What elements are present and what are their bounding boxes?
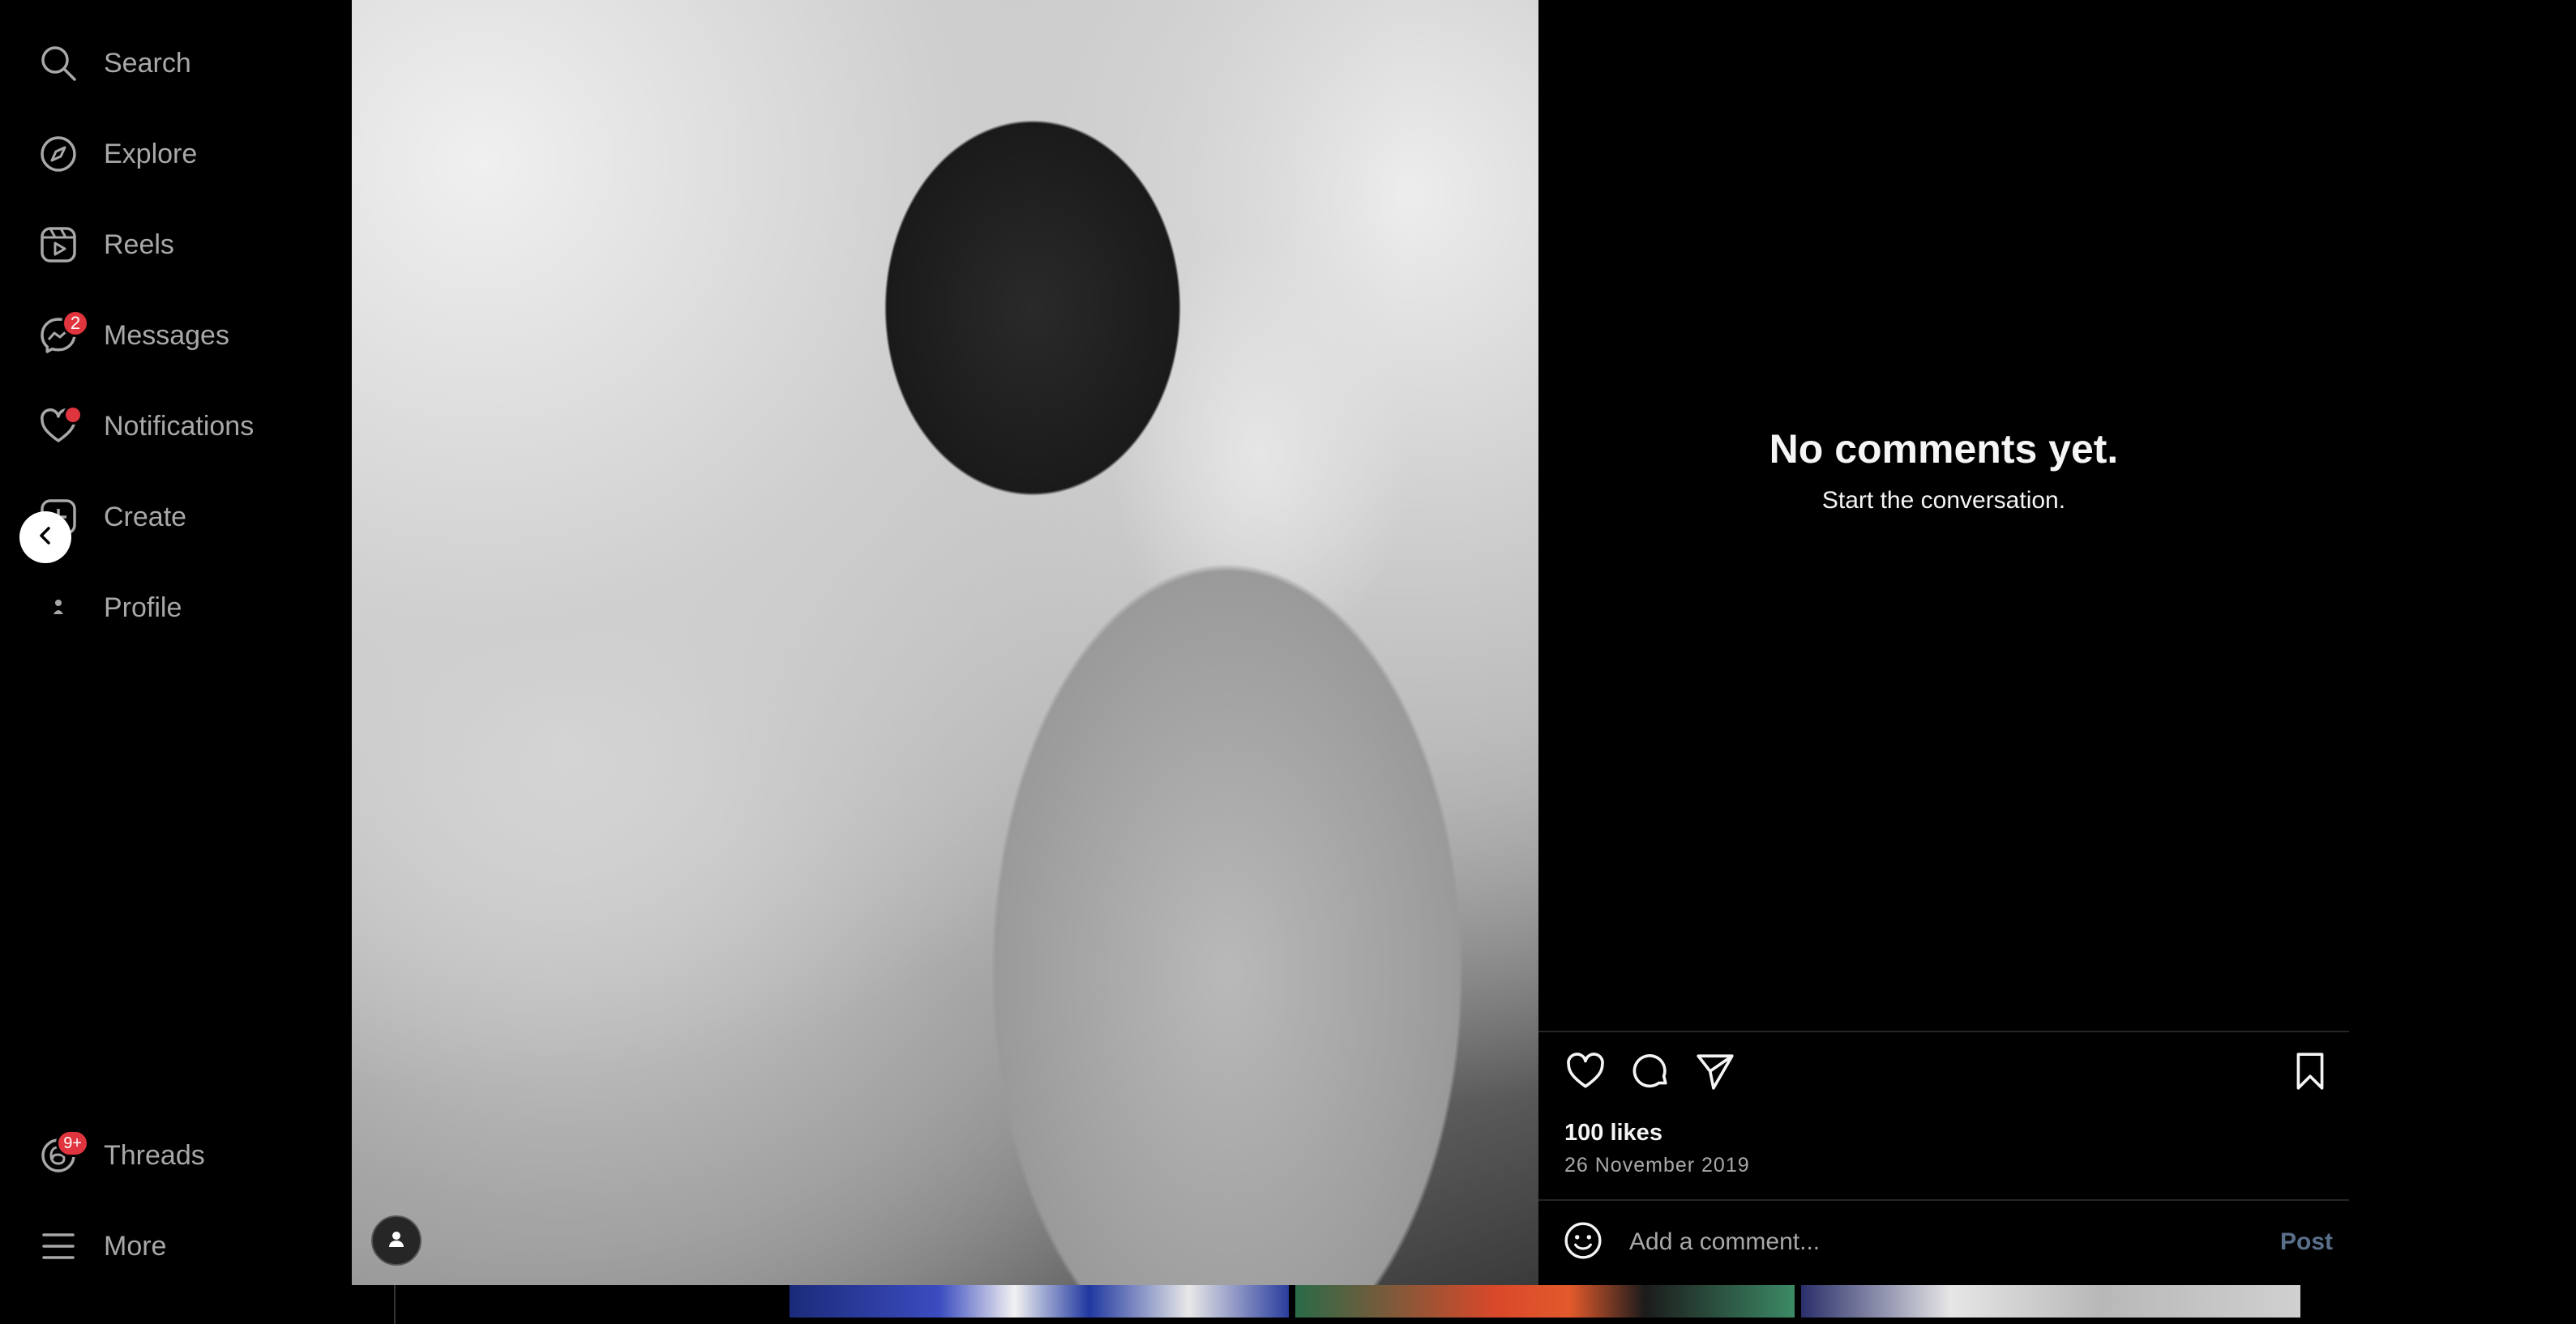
bookmark-icon xyxy=(2290,1051,2330,1096)
reels-icon xyxy=(37,224,79,266)
sidebar-item-label: Messages xyxy=(104,319,229,351)
sidebar-item-label: Profile xyxy=(104,592,182,623)
divider xyxy=(1538,1199,2349,1201)
post-photo[interactable] xyxy=(352,0,1538,1285)
background-grid-thumbnail[interactable] xyxy=(1295,1285,1795,1318)
share-button[interactable] xyxy=(1692,1050,1738,1096)
likes-count[interactable]: 100 likes xyxy=(1564,1120,1662,1147)
heart-icon xyxy=(37,405,83,447)
sidebar-item-explore[interactable]: Explore xyxy=(37,122,197,186)
notification-dot xyxy=(63,405,83,425)
sidebar-item-reels[interactable]: Reels xyxy=(37,212,174,277)
send-icon xyxy=(1695,1051,1735,1096)
save-button[interactable] xyxy=(2287,1050,2333,1096)
sidebar-item-notifications[interactable]: Notifications xyxy=(37,394,254,459)
emoji-icon[interactable] xyxy=(1563,1220,1603,1265)
compass-icon xyxy=(37,133,79,175)
previous-post-button[interactable] xyxy=(19,511,71,563)
background-grid-thumbnail[interactable] xyxy=(1801,1285,2300,1318)
sidebar-item-messages[interactable]: 2 Messages xyxy=(37,303,229,368)
sidebar-item-label: Search xyxy=(104,47,191,79)
comment-icon xyxy=(1630,1051,1671,1096)
empty-comments-subtitle: Start the conversation. xyxy=(1821,487,2066,514)
sidebar-item-label: Reels xyxy=(104,228,174,260)
sidebar: Search Explore Reels 2 Messages Notifica… xyxy=(0,0,349,1324)
background-grid-thumbnail[interactable] xyxy=(789,1285,1289,1318)
threads-badge: 9+ xyxy=(56,1130,89,1157)
sidebar-item-more[interactable]: More xyxy=(37,1214,166,1279)
sidebar-item-label: Notifications xyxy=(104,410,255,442)
post-date[interactable]: 26 November 2019 xyxy=(1564,1154,1750,1177)
messenger-icon: 2 xyxy=(37,310,89,357)
sidebar-item-label: Create xyxy=(104,501,187,532)
background-grid-divider xyxy=(394,1285,785,1324)
chevron-left-icon xyxy=(34,524,57,551)
comments-panel: No comments yet. Start the conversation.… xyxy=(1538,0,2349,1285)
sidebar-item-label: Explore xyxy=(104,138,198,169)
menu-icon xyxy=(37,1225,79,1267)
threads-icon: 9+ xyxy=(37,1130,89,1177)
sidebar-item-profile[interactable]: Profile xyxy=(37,575,182,640)
comment-button[interactable] xyxy=(1628,1050,1673,1096)
user-icon xyxy=(385,1228,408,1254)
comment-input[interactable] xyxy=(1628,1228,2280,1257)
sidebar-item-threads[interactable]: 9+ Threads xyxy=(37,1123,205,1188)
profile-icon xyxy=(37,587,79,629)
sidebar-item-label: Threads xyxy=(104,1139,205,1171)
sidebar-item-label: More xyxy=(104,1230,167,1262)
empty-comments-title: No comments yet. xyxy=(1769,426,2119,472)
like-button[interactable] xyxy=(1563,1050,1608,1096)
tagged-user-button[interactable] xyxy=(371,1215,421,1266)
empty-comments-state: No comments yet. Start the conversation. xyxy=(1538,425,2349,515)
comment-composer: Post xyxy=(1563,1215,2333,1269)
sidebar-item-search[interactable]: Search xyxy=(37,31,191,96)
messages-badge: 2 xyxy=(62,310,89,337)
heart-icon xyxy=(1565,1051,1606,1096)
post-comment-button[interactable]: Post xyxy=(2280,1228,2333,1256)
post-actions xyxy=(1563,1050,2333,1096)
search-icon xyxy=(37,42,79,84)
divider xyxy=(1538,1031,2349,1032)
